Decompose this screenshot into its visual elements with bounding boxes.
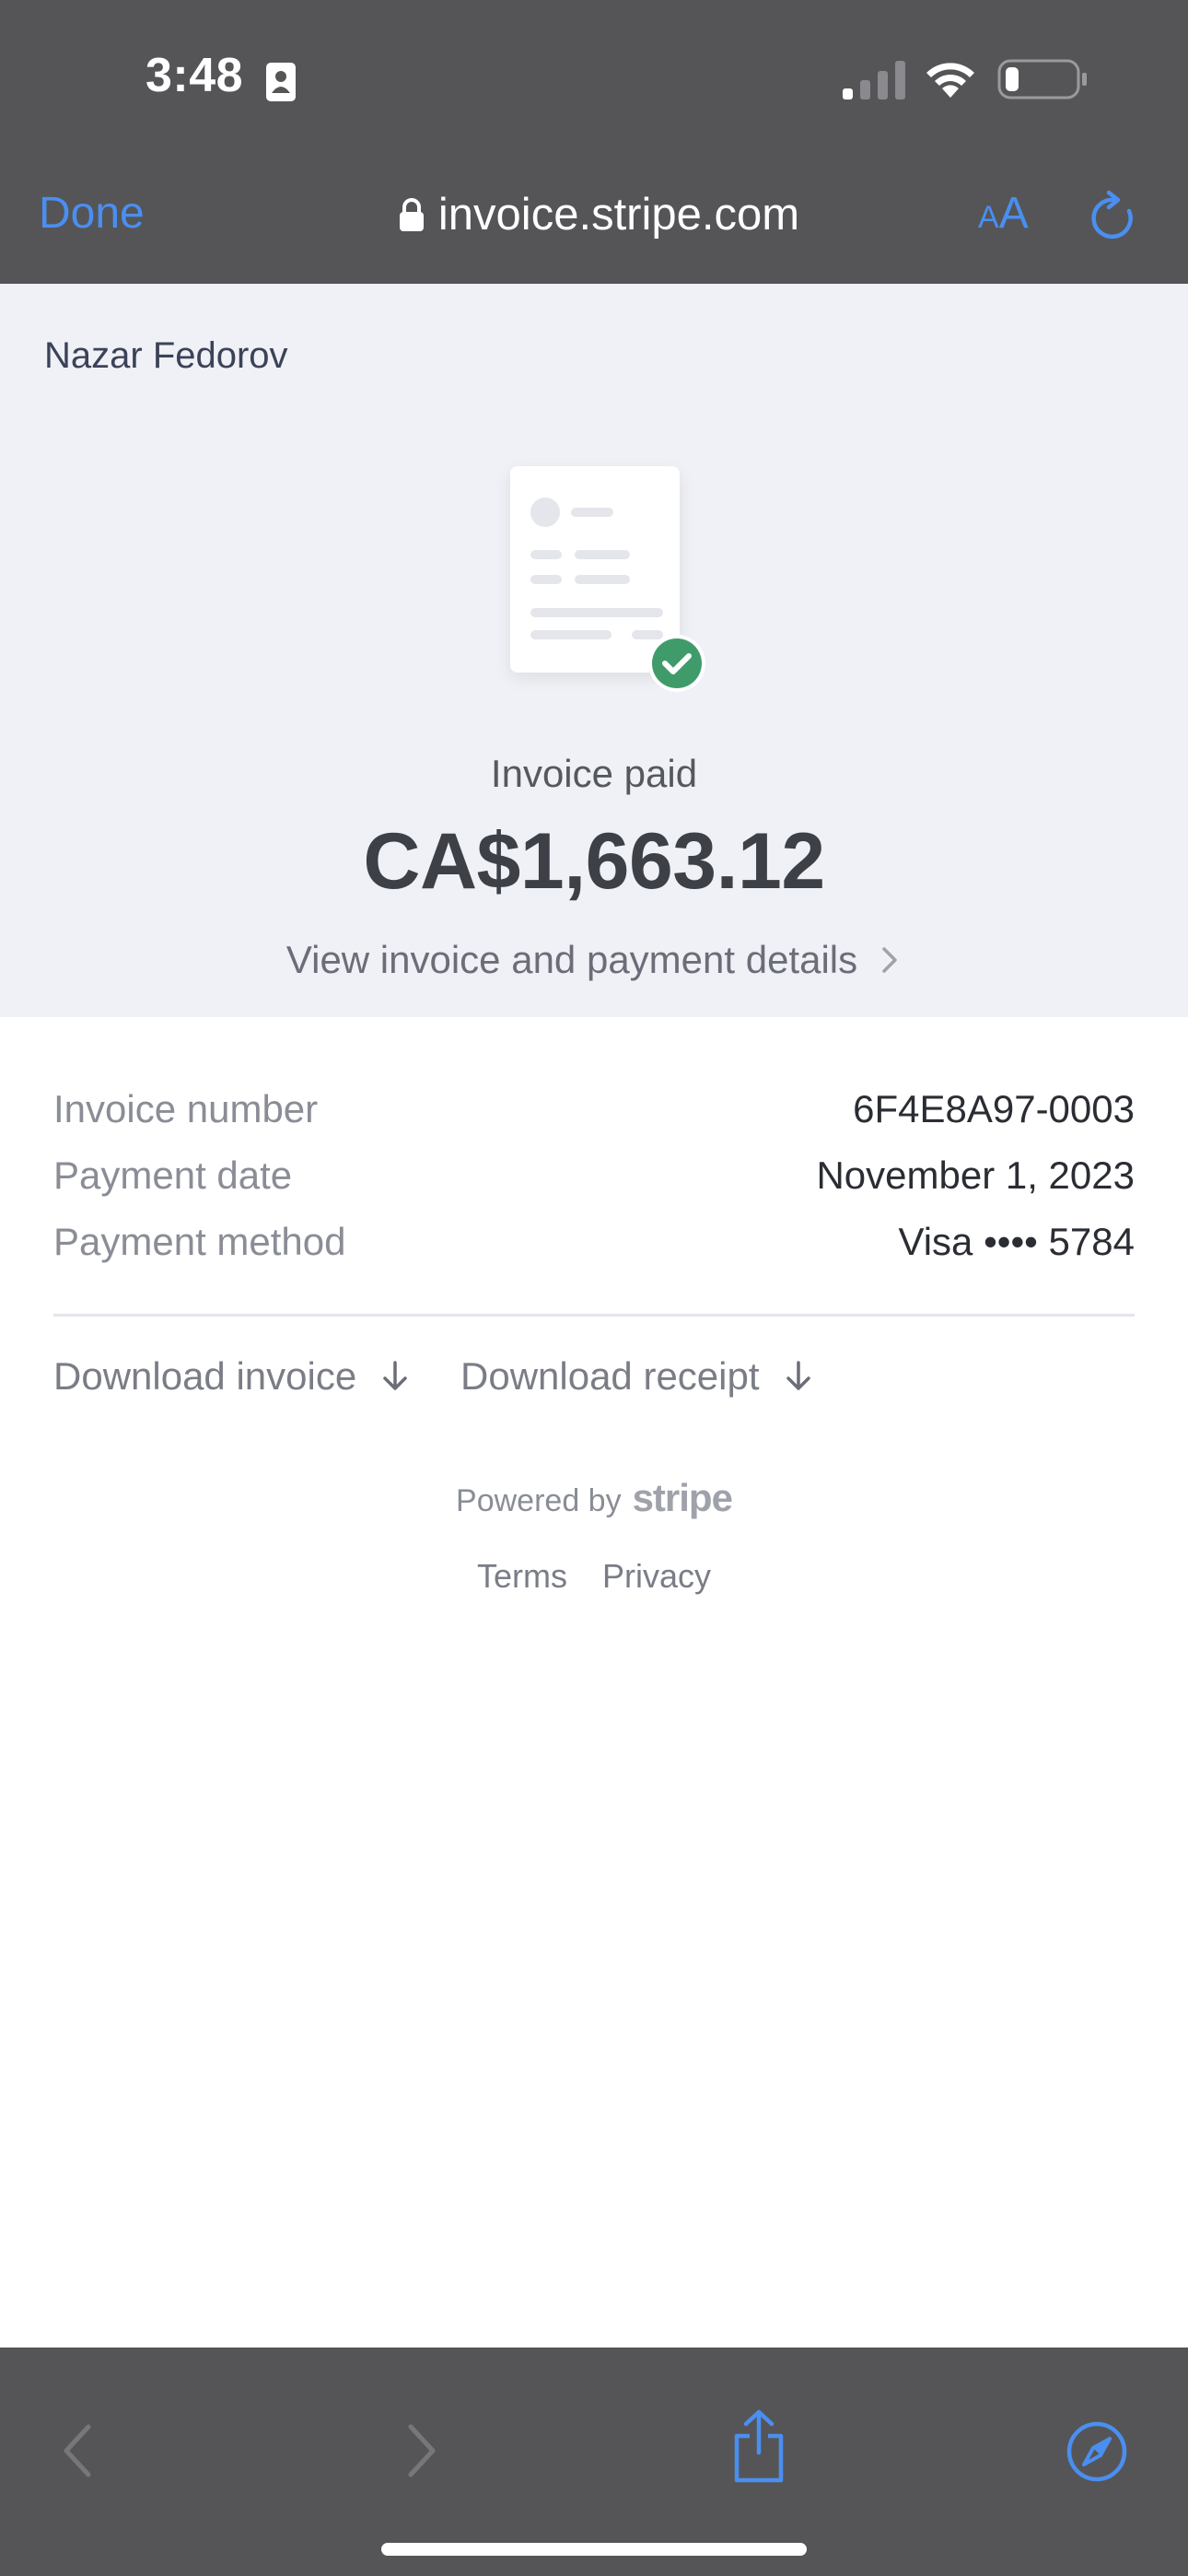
payment-method-value: Visa •••• 5784 [898,1220,1135,1263]
browser-top-bar: 3:48 Done invoice.stripe.com AA [0,0,1188,284]
powered-by-stripe[interactable]: Powered by stripe [0,1476,1188,1520]
status-time: 3:48 [146,49,244,102]
chevron-right-icon [882,947,897,973]
url-text: invoice.stripe.com [437,190,800,240]
cellular-signal-icon [843,61,905,100]
wifi-icon [926,63,974,98]
battery-icon [997,59,1087,100]
invoice-hero: Nazar Fedorov Invoice paid CA$1,663.12 V… [0,284,1188,1017]
view-invoice-details-link[interactable]: View invoice and payment details [0,938,1188,982]
payment-method-row: Payment method Visa •••• 5784 [53,1220,1135,1264]
invoice-number-value: 6F4E8A97-0003 [853,1087,1135,1130]
powered-by-label: Powered by [456,1483,622,1518]
invoice-number-label: Invoice number [53,1087,319,1130]
download-receipt-label: Download receipt [460,1354,760,1398]
invoice-number-row: Invoice number 6F4E8A97-0003 [53,1087,1135,1131]
download-arrow-icon [383,1361,407,1390]
download-arrow-icon [786,1361,810,1390]
done-button[interactable]: Done [39,188,145,239]
invoice-document-icon [510,466,705,692]
divider [53,1314,1135,1317]
text-size-button[interactable]: AA [978,192,1029,236]
invoice-status-label: Invoice paid [490,752,698,795]
reload-icon[interactable] [1089,189,1140,244]
text-size-small-glyph: A [978,200,999,235]
payment-date-value: November 1, 2023 [816,1153,1135,1197]
terms-link[interactable]: Terms [477,1557,567,1596]
download-invoice-label: Download invoice [53,1354,357,1398]
home-indicator[interactable] [381,2543,807,2556]
invoice-amount: CA$1,663.12 [363,817,825,906]
address-bar[interactable]: invoice.stripe.com [368,182,829,247]
lock-icon [399,198,424,231]
payment-date-row: Payment date November 1, 2023 [53,1153,1135,1198]
payment-date-label: Payment date [53,1153,293,1197]
browser-bottom-toolbar [0,2348,1188,2576]
footer-links: Terms Privacy [0,1557,1188,1596]
stripe-logo: stripe [632,1476,733,1519]
merchant-name: Nazar Fedorov [44,335,288,376]
forward-icon[interactable] [405,2421,438,2480]
text-size-large-glyph: A [998,189,1029,238]
compass-icon[interactable] [1066,2421,1127,2482]
download-receipt-button[interactable]: Download receipt [460,1354,813,1399]
payment-method-label: Payment method [53,1220,346,1263]
privacy-link[interactable]: Privacy [602,1557,711,1596]
back-icon[interactable] [61,2421,94,2480]
contact-card-icon [266,63,296,101]
view-details-label: View invoice and payment details [285,938,858,981]
share-icon[interactable] [729,2408,788,2484]
download-invoice-button[interactable]: Download invoice [53,1354,410,1399]
